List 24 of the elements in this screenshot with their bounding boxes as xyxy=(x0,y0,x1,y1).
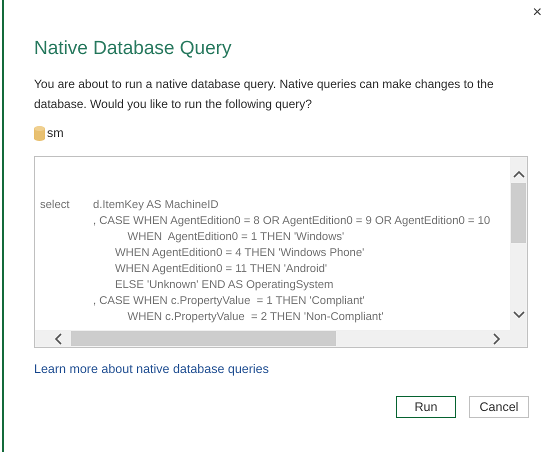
code-keyword: select xyxy=(40,199,70,211)
dialog-message: You are about to run a native database query. Native queries can make changes to the database. Would you like to run the following query? xyxy=(34,76,495,113)
cancel-button[interactable]: Cancel xyxy=(469,396,529,418)
scrollbar-thumb[interactable] xyxy=(71,331,336,346)
scrollbar-thumb[interactable] xyxy=(511,183,526,243)
code-line: WHEN c.PropertyValue = 2 THEN 'Non-Compliant' xyxy=(126,311,384,325)
code-line: WHEN AgentEdition0 = 4 THEN 'Windows Phone' xyxy=(114,247,364,261)
scroll-down-icon[interactable] xyxy=(512,310,524,320)
scroll-up-icon[interactable] xyxy=(512,169,524,179)
database-name: sm xyxy=(47,126,64,140)
scroll-left-icon[interactable] xyxy=(53,332,63,344)
database-icon xyxy=(34,126,45,140)
query-box[interactable] xyxy=(34,156,528,348)
scroll-right-icon[interactable] xyxy=(492,332,502,344)
dialog-title: Native Database Query xyxy=(34,38,232,60)
code-line: WHEN AgentEdition0 = 11 THEN 'Android' xyxy=(114,263,328,277)
learn-more-link[interactable]: Learn more about native database queries xyxy=(34,362,269,376)
code-line: , CASE WHEN c.PropertyValue = 1 THEN 'Compliant' xyxy=(93,295,365,309)
run-button[interactable]: Run xyxy=(396,396,456,418)
code-line: WHEN AgentEdition0 = 1 THEN 'Windows' xyxy=(126,231,344,245)
code-line: ELSE 'Unknown' END AS OperatingSystem xyxy=(114,279,334,293)
code-line: , CASE WHEN AgentEdition0 = 8 OR AgentEdition0 = 9 OR AgentEdition0 = 10 xyxy=(93,215,490,229)
close-button[interactable]: × xyxy=(530,4,544,22)
code-line: d.ItemKey AS MachineID xyxy=(93,199,219,213)
